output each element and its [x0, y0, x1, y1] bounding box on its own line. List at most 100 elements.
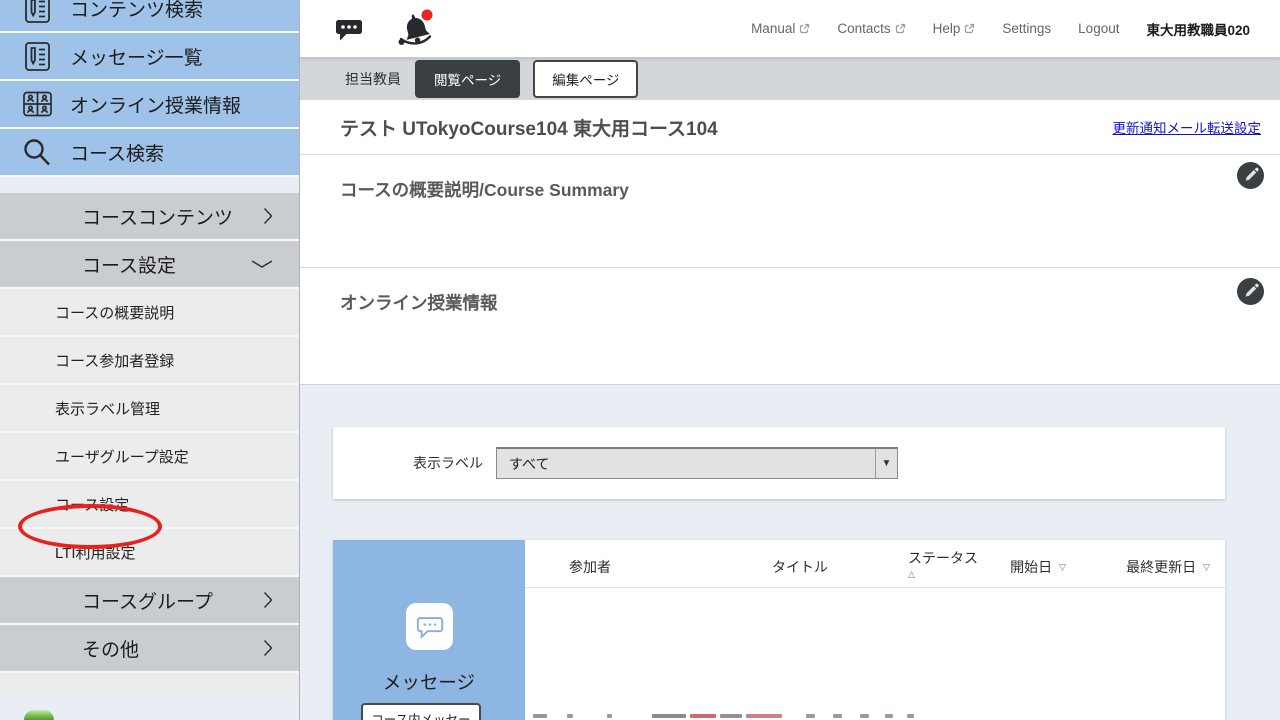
- sidebar-item-message-list[interactable]: メッセージ一覧: [0, 33, 299, 81]
- message-category-cell: メッセージ コース内メッセー: [333, 540, 525, 720]
- column-label: ステータス: [908, 550, 978, 566]
- display-label-filter-label: 表示ラベル: [390, 453, 483, 473]
- display-label-selected-value: すべて: [497, 454, 875, 474]
- chevron-right-icon: [261, 206, 275, 226]
- video-grid-icon: [20, 87, 54, 121]
- edit-course-summary-button[interactable]: [1237, 162, 1264, 189]
- contacts-link-label: Contacts: [837, 21, 890, 36]
- sidebar-item-label: LTI利用設定: [55, 542, 136, 563]
- sidebar-menu: コンテンツ検索 メッセージ一覧: [0, 0, 299, 693]
- sidebar-group-label: その他: [82, 635, 139, 662]
- notifications-bell-icon[interactable]: [393, 8, 437, 50]
- course-title-bar: テスト UTokyoCourse104 東大用コース104 更新通知メール転送設…: [300, 100, 1280, 155]
- sidebar-item-lti-settings[interactable]: LTI利用設定: [0, 529, 299, 577]
- edit-online-class-info-button[interactable]: [1237, 278, 1264, 305]
- column-header-status[interactable]: ステータス △: [908, 548, 978, 580]
- main-area: Manual Contacts Help: [300, 0, 1280, 720]
- sidebar-item-label: コンテンツ検索: [70, 0, 203, 22]
- external-link-icon: [964, 23, 975, 34]
- column-label: タイトル: [772, 559, 828, 575]
- sidebar-item-label: コースの概要説明: [55, 302, 174, 323]
- sidebar-item-label: コース設定: [55, 494, 129, 515]
- sort-desc-icon: ▽: [1059, 562, 1066, 572]
- message-table-panel: メッセージ コース内メッセー 参加者 タイトル ステータス △ 開始日: [333, 540, 1225, 720]
- sidebar-item-participant-registration[interactable]: コース参加者登録: [0, 337, 299, 385]
- chevron-down-icon: [249, 258, 275, 270]
- sidebar-item-label: 表示ラベル管理: [55, 398, 160, 419]
- chevron-right-icon: [261, 590, 275, 610]
- tab-view-page[interactable]: 閲覧ページ: [415, 60, 520, 98]
- sidebar-group-others[interactable]: その他: [0, 625, 299, 673]
- course-message-button[interactable]: コース内メッセー: [361, 703, 481, 720]
- sidebar-item-course-search[interactable]: コース検索: [0, 129, 299, 177]
- logout-link[interactable]: Logout: [1078, 21, 1119, 36]
- sidebar-divider: [0, 177, 299, 193]
- chevron-right-icon: [261, 638, 275, 658]
- sidebar-item-course-settings[interactable]: コース設定: [0, 481, 299, 529]
- content-background: 表示ラベル すべて ▼ メ: [300, 385, 1280, 720]
- display-label-select[interactable]: すべて ▼: [496, 447, 898, 479]
- role-label: 担当教員: [345, 69, 401, 89]
- sort-desc-icon: ▽: [1203, 562, 1210, 572]
- sort-asc-icon: △: [908, 569, 978, 580]
- current-user-name: 東大用教職員020: [1146, 19, 1250, 39]
- column-header-last-updated[interactable]: 最終更新日 ▽: [1126, 557, 1210, 577]
- column-header-participants[interactable]: 参加者: [569, 557, 611, 577]
- sidebar-item-label: コース検索: [70, 139, 164, 166]
- sidebar-group-course-contents[interactable]: コースコンテンツ: [0, 193, 299, 241]
- clipboard-doc-icon: [20, 0, 54, 25]
- online-class-info-heading: オンライン授業情報: [300, 268, 1280, 315]
- manual-link[interactable]: Manual: [751, 21, 810, 36]
- settings-link-label: Settings: [1002, 21, 1051, 36]
- app-window: コンテンツ検索 メッセージ一覧: [0, 0, 1280, 720]
- sidebar-item-label: メッセージ一覧: [70, 43, 203, 70]
- topbar-nav: Manual Contacts Help: [751, 21, 1119, 36]
- display-label-filter-panel: 表示ラベル すべて ▼: [333, 427, 1225, 499]
- contacts-link[interactable]: Contacts: [837, 21, 905, 36]
- select-dropdown-arrow-icon[interactable]: ▼: [875, 449, 897, 478]
- sidebar-item-label: ユーザグループ設定: [55, 446, 189, 467]
- sidebar-group-label: コースコンテンツ: [82, 203, 233, 230]
- course-summary-heading: コースの概要説明/Course Summary: [300, 155, 1280, 202]
- sidebar-item-course-summary[interactable]: コースの概要説明: [0, 289, 299, 337]
- search-icon: [20, 135, 54, 169]
- course-title: テスト UTokyoCourse104 東大用コース104: [340, 114, 1113, 141]
- settings-link[interactable]: Settings: [1002, 21, 1051, 36]
- green-logo-icon: [24, 710, 54, 720]
- manual-link-label: Manual: [751, 21, 795, 36]
- course-summary-section: コースの概要説明/Course Summary: [300, 155, 1280, 268]
- external-link-icon: [895, 23, 906, 34]
- sidebar-item-display-label-management[interactable]: 表示ラベル管理: [0, 385, 299, 433]
- messages-icon[interactable]: [333, 15, 365, 43]
- sidebar-item-label: オンライン授業情報: [70, 91, 241, 118]
- clipped-row-text: [533, 714, 1023, 718]
- external-link-icon: [799, 23, 810, 34]
- sidebar-item-label: コース参加者登録: [55, 350, 174, 371]
- sidebar-group-course-settings[interactable]: コース設定: [0, 241, 299, 289]
- page-tab-strip: 担当教員 閲覧ページ 編集ページ: [300, 58, 1280, 100]
- help-link[interactable]: Help: [933, 21, 976, 36]
- sidebar-item-content-search[interactable]: コンテンツ検索: [0, 0, 299, 33]
- column-header-title[interactable]: タイトル: [772, 557, 828, 577]
- sidebar-item-user-group-settings[interactable]: ユーザグループ設定: [0, 433, 299, 481]
- column-header-start-date[interactable]: 開始日 ▽: [1010, 557, 1066, 577]
- update-notification-mail-link[interactable]: 更新通知メール転送設定: [1113, 117, 1262, 137]
- sidebar-item-clipped[interactable]: [0, 673, 299, 693]
- column-label: 参加者: [569, 559, 611, 575]
- tab-edit-page[interactable]: 編集ページ: [533, 60, 638, 98]
- sidebar-group-course-group[interactable]: コースグループ: [0, 577, 299, 625]
- logout-link-label: Logout: [1078, 21, 1119, 36]
- message-table: 参加者 タイトル ステータス △ 開始日 ▽ 最終更新日 ▽: [525, 540, 1225, 720]
- message-bubble-icon: [406, 603, 453, 650]
- sidebar-item-online-class-info[interactable]: オンライン授業情報: [0, 81, 299, 129]
- message-panel-title: メッセージ: [333, 669, 525, 695]
- help-link-label: Help: [933, 21, 961, 36]
- clipboard-doc-icon: [20, 39, 54, 73]
- notification-badge: [422, 9, 433, 20]
- sidebar-group-label: コース設定: [82, 251, 176, 278]
- column-label: 開始日: [1010, 559, 1052, 575]
- column-label: 最終更新日: [1126, 559, 1196, 575]
- top-bar: Manual Contacts Help: [300, 0, 1280, 58]
- sidebar-group-label: コースグループ: [82, 587, 213, 614]
- online-class-info-section: オンライン授業情報: [300, 268, 1280, 385]
